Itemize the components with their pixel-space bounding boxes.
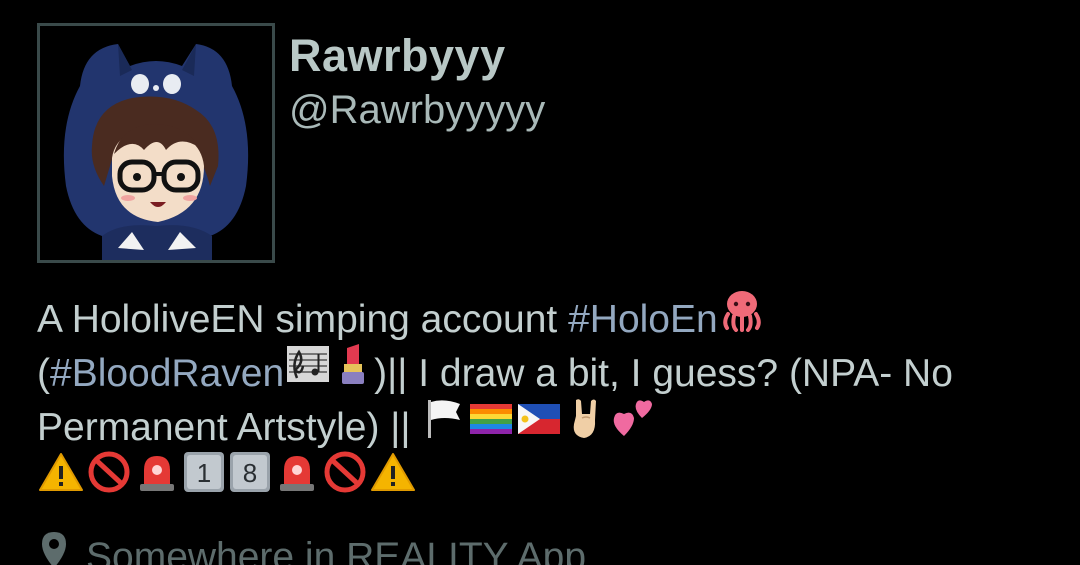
profile-bio: A HololiveEN simping account #HoloEn (#B… [37,291,1047,508]
police-light-icon [134,450,180,509]
keycap-8-icon: 8 [228,450,272,509]
sign-of-horns-icon [564,396,608,455]
bio-line-3: Permanent Artstyle) || [37,399,1047,454]
bio-text: Permanent Artstyle) || [37,405,422,449]
octopus-icon [719,288,765,347]
username-handle: @Rawrbyyyyy [289,88,546,132]
warning-icon [38,450,84,509]
profile-location: Somewhere in REALITY App [40,532,587,565]
two-hearts-icon [610,396,656,455]
bio-text: )|| I draw a bit, I guess? (NPA- No [374,351,953,395]
display-name: Rawrbyyy [289,30,506,81]
musical-score-icon [285,342,331,401]
no-entry-icon [322,450,368,509]
no-entry-icon [86,450,132,509]
white-flag-icon [422,396,466,455]
bio-line-2: (#BloodRaven )|| I draw a bit, I guess? … [37,344,1047,400]
bio-text: A HololiveEN simping account [37,297,569,341]
hashtag-link-holoen[interactable]: #HoloEn [568,298,718,341]
profile-avatar[interactable] [37,23,275,263]
avatar-image [40,26,272,260]
warning-icon [370,450,416,509]
bio-line-1: A HololiveEN simping account #HoloEn [37,291,1047,346]
location-text: Somewhere in REALITY App [86,535,587,565]
police-light-icon [274,450,320,509]
keycap-1-label: 1 [197,458,211,488]
philippines-flag-icon [516,396,562,455]
bio-line-4: 1 8 [37,451,1047,508]
rainbow-flag-icon [468,396,514,455]
lipstick-icon [333,342,373,401]
keycap-8-label: 8 [243,458,257,488]
keycap-1-icon: 1 [182,450,226,509]
bio-text: ( [37,351,50,395]
hashtag-link-bloodraven[interactable]: #BloodRaven [50,352,284,395]
location-pin-icon [40,530,68,565]
